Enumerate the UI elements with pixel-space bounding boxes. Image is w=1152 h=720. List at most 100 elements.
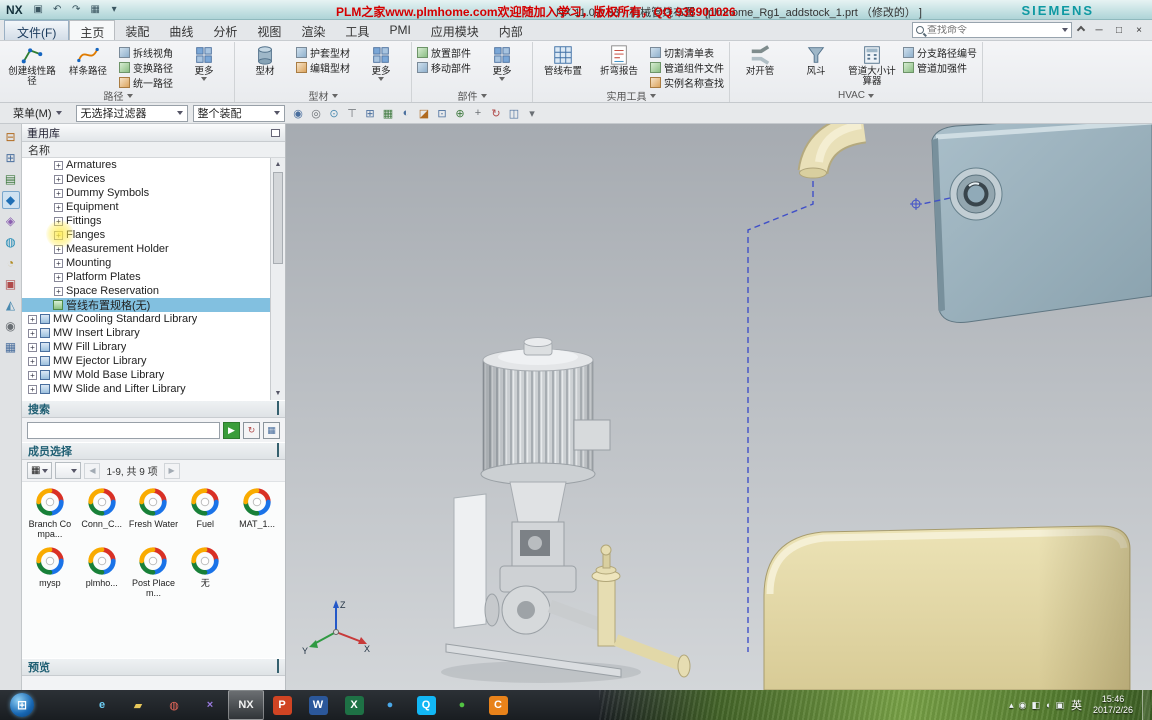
search-dropdown-icon[interactable] (1062, 28, 1068, 32)
ribbon-tab[interactable]: PMI (379, 20, 420, 40)
stock-more-button[interactable]: 更多 (354, 43, 408, 82)
transform-path-button[interactable]: 变换路径 (117, 60, 175, 75)
taskbar-app-icon[interactable]: Q (408, 690, 444, 720)
selection-tool-icon[interactable]: ▦ (380, 105, 397, 122)
tree-item[interactable]: 管线布置规格(无) (22, 298, 270, 312)
resource-bar-icon[interactable]: ◉ (2, 317, 20, 335)
air-scoop-button[interactable]: 风斗 (789, 43, 843, 78)
tree-expander-icon[interactable]: + (54, 286, 63, 296)
member-item[interactable]: Conn_C... (76, 486, 128, 539)
tray-icon[interactable]: ▴ (1009, 700, 1014, 711)
spline-path-button[interactable]: 样条路径 (61, 43, 115, 78)
member-item[interactable]: Fresh Water (128, 486, 180, 539)
qat-icon[interactable]: ▦ (88, 2, 103, 17)
ribbon-tab[interactable]: 内部 (489, 20, 533, 40)
tree-item[interactable]: + Fittings (22, 214, 270, 228)
resource-bar-icon[interactable]: ⊞ (2, 149, 20, 167)
selection-filter-combo[interactable]: 无选择过滤器 (75, 104, 188, 122)
search-settings-button[interactable]: ▦ (263, 421, 280, 439)
qat-icon[interactable]: ↶ (50, 2, 65, 17)
tree-scrollbar[interactable]: ▲ ▼ (270, 158, 285, 400)
undock-panel-icon[interactable] (271, 128, 280, 137)
taskbar-app-icon[interactable]: ● (372, 690, 408, 720)
ribbon-group-label-part[interactable]: 部件 (415, 89, 529, 103)
command-search-input[interactable] (927, 24, 1059, 36)
taskbar-app-icon[interactable]: ● (444, 690, 480, 720)
selection-tool-icon[interactable]: ⊡ (434, 105, 451, 122)
duct-size-calculator-button[interactable]: 管道大小计算器 (845, 43, 899, 89)
scroll-up-icon[interactable]: ▲ (271, 158, 285, 171)
selection-tool-icon[interactable]: ⊙ (326, 105, 343, 122)
member-item[interactable]: Post Placem... (128, 545, 180, 598)
resource-bar-icon[interactable]: ◈ (2, 212, 20, 230)
taskbar-app-icon[interactable]: e (84, 690, 120, 720)
tray-icon[interactable]: ◉ (1019, 700, 1027, 711)
tree-item[interactable]: + MW Cooling Standard Library (22, 312, 270, 326)
selection-tool-icon[interactable]: ⊕ (452, 105, 469, 122)
tree-expander-icon[interactable]: + (28, 328, 37, 338)
show-desktop-button[interactable] (1142, 690, 1150, 720)
search-section-header[interactable]: 搜索 (22, 400, 285, 418)
tray-icon[interactable]: ▣ (1055, 700, 1064, 711)
tree-item[interactable]: + Dummy Symbols (22, 186, 270, 200)
minimize-button[interactable]: ─ (1090, 22, 1108, 38)
menu-button[interactable]: 菜单(M) (4, 102, 71, 124)
member-item[interactable]: Fuel (179, 486, 231, 539)
tree-item[interactable]: + Armatures (22, 158, 270, 172)
ribbon-group-label-stock[interactable]: 型材 (238, 89, 408, 103)
ribbon-tab[interactable]: 主页 (69, 20, 116, 40)
ribbon-group-label-path[interactable]: 路径 (5, 89, 231, 103)
tree-expander-icon[interactable]: + (28, 342, 37, 352)
minimize-ribbon-icon[interactable] (1076, 25, 1086, 35)
selection-tool-icon[interactable]: ◐ (398, 105, 415, 122)
tree-item[interactable]: + Measurement Holder (22, 242, 270, 256)
sheath-stock-button[interactable]: 护套型材 (294, 45, 352, 60)
tree-expander-icon[interactable]: + (54, 174, 63, 184)
tray-icon[interactable]: ◧ (1031, 700, 1040, 711)
collapse-icon[interactable] (277, 443, 279, 457)
tree-expander-icon[interactable]: + (54, 160, 63, 170)
scrollbar-thumb[interactable] (273, 172, 283, 264)
ribbon-group-label-utilities[interactable]: 实用工具 (536, 89, 726, 103)
tree-item[interactable]: + Devices (22, 172, 270, 186)
ribbon-tab[interactable]: 工具 (335, 20, 379, 40)
tree-item[interactable]: + MW Mold Base Library (22, 368, 270, 382)
resource-bar-icon[interactable]: ◆ (1, 191, 20, 209)
tree-item[interactable]: + MW Ejector Library (22, 354, 270, 368)
taskbar-app-icon[interactable]: ▰ (120, 690, 156, 720)
ribbon-tab[interactable]: 应用模块 (421, 20, 489, 40)
qat-icon[interactable]: ▾ (107, 2, 122, 17)
tree-expander-icon[interactable]: + (54, 202, 63, 212)
tree-expander-icon[interactable]: + (54, 188, 63, 198)
selection-tool-icon[interactable]: ◫ (506, 105, 523, 122)
taskbar-clock[interactable]: 15:46 2017/2/26 (1089, 694, 1137, 716)
part-more-button[interactable]: 更多 (475, 43, 529, 82)
tree-expander-icon[interactable]: + (28, 370, 37, 380)
tree-expander-icon[interactable]: + (54, 244, 63, 254)
create-linear-path-button[interactable]: 创建线性路径 (5, 43, 59, 89)
tree-expander-icon[interactable]: + (28, 384, 37, 394)
ribbon-tab[interactable]: 视图 (247, 20, 291, 40)
restore-button[interactable]: □ (1110, 22, 1128, 38)
ribbon-tab[interactable]: 渲染 (291, 20, 335, 40)
view-mode-button[interactable]: ▦ (27, 462, 53, 479)
resource-bar-icon[interactable]: ◔ (2, 254, 20, 272)
duct-stiffener-button[interactable]: 管道加强件 (901, 60, 979, 75)
taskbar-app-icon[interactable]: ◍ (156, 690, 192, 720)
command-finder[interactable] (912, 22, 1072, 38)
move-part-button[interactable]: 移动部件 (415, 60, 473, 75)
tree-item[interactable]: + Space Reservation (22, 284, 270, 298)
taskbar-app-icon[interactable]: × (192, 690, 228, 720)
tree-expander-icon[interactable]: + (28, 314, 37, 324)
search-reset-button[interactable]: ↻ (243, 421, 260, 439)
tree-item[interactable]: + Mounting (22, 256, 270, 270)
expand-icon[interactable] (277, 659, 279, 673)
tree-expander-icon[interactable]: + (54, 230, 63, 240)
member-filter-button[interactable] (55, 462, 82, 479)
resource-bar-icon[interactable]: ◭ (2, 296, 20, 314)
selection-tool-icon[interactable]: ⊞ (362, 105, 379, 122)
language-indicator[interactable]: 英 (1069, 697, 1084, 713)
resource-bar-icon[interactable]: ▤ (2, 170, 20, 188)
taskbar-app-icon[interactable]: W (300, 690, 336, 720)
selection-tool-icon[interactable]: ◪ (416, 105, 433, 122)
